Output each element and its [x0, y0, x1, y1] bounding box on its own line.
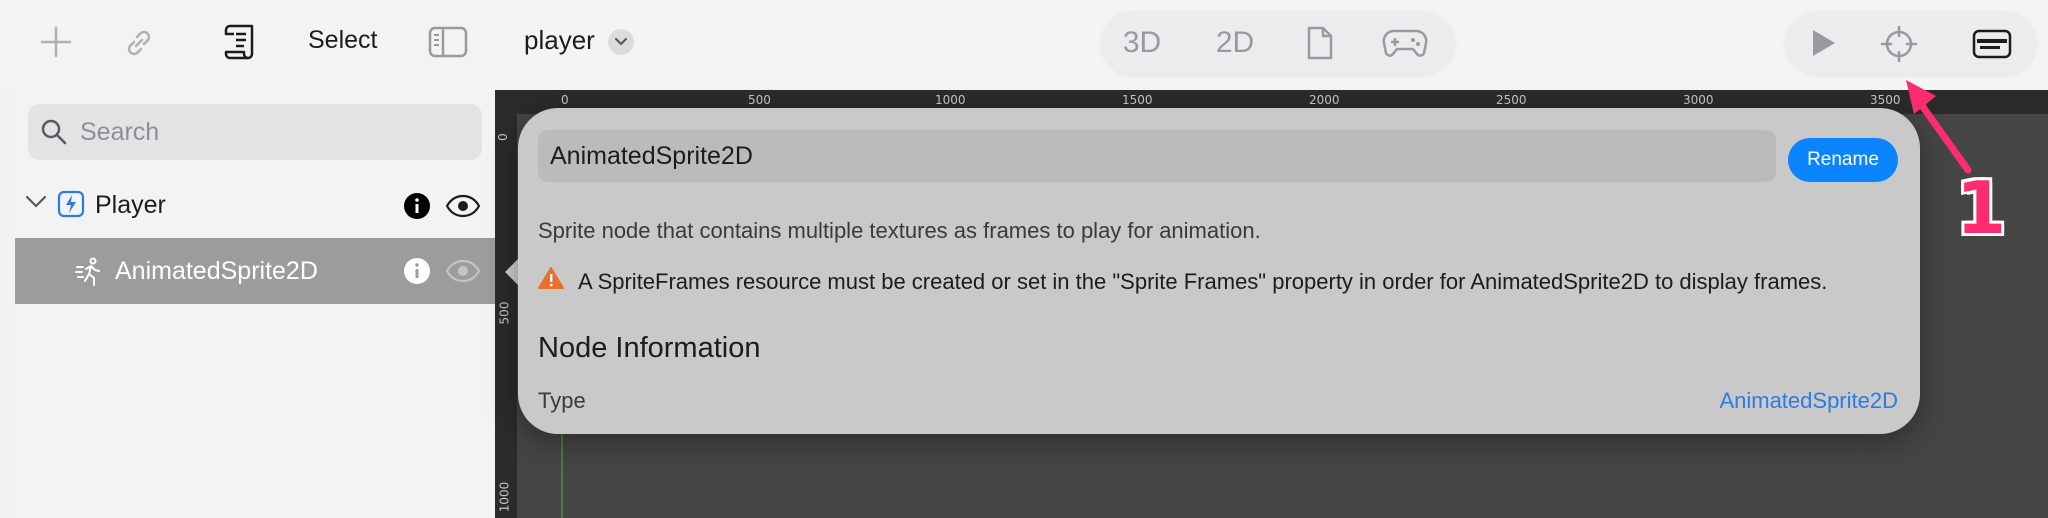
info-icon[interactable]	[403, 257, 431, 290]
ruler-tick: 1000	[935, 93, 966, 107]
scene-title[interactable]: player	[524, 25, 595, 56]
search-bar[interactable]	[28, 104, 482, 160]
eye-icon[interactable]	[445, 259, 481, 288]
annotation-number: 1	[1956, 166, 2007, 250]
ruler-tick: 2500	[1496, 93, 1527, 107]
tree-row-player[interactable]: Player	[15, 180, 495, 230]
sidebar-toggle-icon[interactable]	[428, 26, 468, 58]
chevron-down-icon[interactable]	[608, 29, 634, 55]
add-node-icon[interactable]	[38, 24, 74, 60]
link-icon[interactable]	[120, 24, 158, 62]
node-description: Sprite node that contains multiple textu…	[538, 218, 1261, 243]
vertical-ruler: 0 500 1000	[495, 90, 517, 518]
document-icon[interactable]	[1292, 12, 1348, 74]
eye-icon[interactable]	[445, 194, 481, 223]
type-label: Type	[538, 388, 586, 413]
ruler-tick: 2000	[1309, 93, 1340, 107]
ruler-tick: 1000	[497, 481, 512, 513]
type-value-link[interactable]: AnimatedSprite2D	[1719, 388, 1898, 414]
inspector-panel-icon[interactable]	[1972, 29, 2012, 59]
popover-arrow	[505, 258, 519, 286]
gamepad-icon[interactable]	[1370, 12, 1440, 74]
running-figure-icon	[75, 257, 105, 292]
mode-3d-button[interactable]: 3D	[1102, 12, 1182, 74]
node-info-popover: Rename Sprite node that contains multipl…	[518, 108, 1920, 434]
annotation-arrow	[1906, 80, 1972, 174]
node-name-field[interactable]	[538, 130, 1776, 182]
ruler-tick: 500	[497, 301, 512, 325]
ruler-tick: 3500	[1870, 93, 1901, 107]
ruler-tick: 3000	[1683, 93, 1714, 107]
editor-mode-switcher: 3D 2D	[1102, 12, 1454, 74]
script-icon[interactable]	[222, 22, 260, 62]
search-icon	[40, 118, 68, 151]
tree-row-animatedsprite2d[interactable]: AnimatedSprite2D	[15, 238, 495, 304]
warning-message: A SpriteFrames resource must be created …	[578, 269, 1828, 294]
section-title: Node Information	[538, 332, 761, 364]
ruler-tick: 500	[748, 93, 771, 107]
chevron-down-icon[interactable]	[25, 194, 47, 215]
lightning-icon	[57, 190, 85, 223]
search-input[interactable]	[80, 114, 470, 150]
rename-button[interactable]: Rename	[1788, 138, 1898, 182]
info-icon[interactable]	[403, 192, 431, 225]
ruler-tick: 0	[561, 93, 569, 107]
warning-icon	[538, 266, 564, 295]
run-controls	[1786, 12, 2036, 74]
play-icon[interactable]	[1808, 27, 1838, 59]
tree-row-label: Player	[95, 191, 166, 219]
mode-2d-button[interactable]: 2D	[1190, 12, 1280, 74]
ruler-tick: 0	[495, 133, 510, 141]
ruler-tick: 1500	[1122, 93, 1153, 107]
crosshair-icon[interactable]	[1880, 25, 1918, 63]
select-mode-label[interactable]: Select	[308, 26, 377, 55]
tree-row-label: AnimatedSprite2D	[115, 257, 318, 285]
